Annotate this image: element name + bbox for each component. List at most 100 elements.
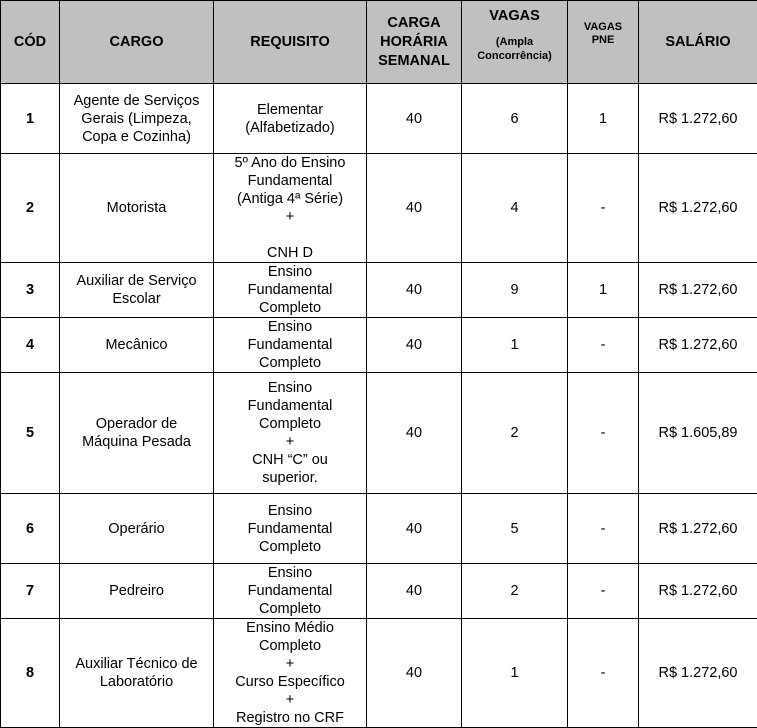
cell-requisito-line: Curso Específico (218, 673, 362, 691)
cell-requisito-line: Ensino (218, 318, 362, 336)
cell-requisito-line: (Alfabetizado) (218, 119, 362, 137)
cell-cod: 4 (1, 318, 60, 373)
cell-cargo-line: Auxiliar de Serviço (64, 272, 209, 290)
cell-cargo-line: Gerais (Limpeza, (64, 110, 209, 128)
cell-cargo: Operador deMáquina Pesada (60, 373, 214, 494)
cell-requisito-line: Fundamental (218, 397, 362, 415)
header-row: CÓD CARGO REQUISITO CARGA HORÁRIA SEMANA… (1, 1, 757, 84)
cell-vagas-pne: - (568, 154, 639, 263)
cell-vagas-pne: - (568, 494, 639, 564)
cell-cargo-line: Máquina Pesada (64, 433, 209, 451)
cell-requisito-line: CNH “C” ou (218, 451, 362, 469)
cell-salario: R$ 1.272,60 (639, 263, 757, 318)
cell-requisito-line: Elementar (218, 101, 362, 119)
header-pne-line: VAGAS (571, 21, 635, 34)
cell-requisito-line: Completo (218, 415, 362, 433)
cell-salario: R$ 1.605,89 (639, 373, 757, 494)
cell-requisito-line: Fundamental (218, 336, 362, 354)
table-row: 8Auxiliar Técnico deLaboratórioEnsino Mé… (1, 619, 757, 728)
cell-cargo-line: Pedreiro (64, 582, 209, 600)
cell-requisito: EnsinoFundamentalCompleto (214, 564, 367, 619)
table-row: 4MecânicoEnsinoFundamentalCompleto401-R$… (1, 318, 757, 373)
cell-cargo: Mecânico (60, 318, 214, 373)
cell-cargo-line: Mecânico (64, 336, 209, 354)
cell-cod: 6 (1, 494, 60, 564)
cell-carga-horaria: 40 (367, 494, 462, 564)
cell-vagas-pne: 1 (568, 84, 639, 154)
cell-requisito-line: Fundamental (218, 172, 362, 190)
header-carga-line: CARGA (370, 14, 458, 33)
cell-vagas: 1 (462, 619, 568, 728)
cell-requisito-line: CNH D (218, 244, 362, 262)
cell-requisito-line: Completo (218, 354, 362, 372)
header-carga-horaria: CARGA HORÁRIA SEMANAL (367, 1, 462, 84)
cell-requisito: 5º Ano do EnsinoFundamental(Antiga 4ª Sé… (214, 154, 367, 263)
header-salario: SALÁRIO (639, 1, 757, 84)
cell-cargo-line: Motorista (64, 199, 209, 217)
cell-requisito-line: Ensino (218, 564, 362, 582)
header-cargo: CARGO (60, 1, 214, 84)
table-row: 1Agente de ServiçosGerais (Limpeza,Copa … (1, 84, 757, 154)
cell-cod: 7 (1, 564, 60, 619)
table-row: 6OperárioEnsinoFundamentalCompleto405-R$… (1, 494, 757, 564)
cell-vagas-pne: - (568, 373, 639, 494)
cell-salario: R$ 1.272,60 (639, 564, 757, 619)
cell-requisito-line: + (218, 208, 362, 226)
cell-vagas-pne: - (568, 619, 639, 728)
cell-requisito: EnsinoFundamentalCompleto (214, 263, 367, 318)
cell-cod: 5 (1, 373, 60, 494)
cell-requisito-line: Completo (218, 538, 362, 556)
cell-requisito: EnsinoFundamentalCompleto (214, 318, 367, 373)
cell-cargo-line: Auxiliar Técnico de (64, 655, 209, 673)
cell-vagas: 2 (462, 373, 568, 494)
cell-salario: R$ 1.272,60 (639, 154, 757, 263)
table-body: 1Agente de ServiçosGerais (Limpeza,Copa … (1, 84, 757, 728)
header-vagas-subtitle: (Ampla (465, 35, 564, 49)
cell-requisito: Ensino MédioCompleto+Curso Específico+Re… (214, 619, 367, 728)
header-carga-line: HORÁRIA (370, 33, 458, 52)
header-requisito: REQUISITO (214, 1, 367, 84)
cell-carga-horaria: 40 (367, 564, 462, 619)
cell-requisito: EnsinoFundamentalCompleto+CNH “C” ousupe… (214, 373, 367, 494)
cell-vagas-pne: - (568, 564, 639, 619)
cell-requisito-line: Ensino (218, 379, 362, 397)
cell-cargo: Motorista (60, 154, 214, 263)
cell-requisito-line: Ensino (218, 502, 362, 520)
header-vagas-subtitle: Concorrência) (465, 49, 564, 63)
table-row: 3Auxiliar de ServiçoEscolarEnsinoFundame… (1, 263, 757, 318)
cell-requisito-line: Completo (218, 600, 362, 618)
cell-cod: 2 (1, 154, 60, 263)
header-vagas: VAGAS (Ampla Concorrência) (462, 1, 568, 84)
cell-requisito-line: Ensino (218, 263, 362, 281)
cell-carga-horaria: 40 (367, 263, 462, 318)
cell-cargo-line: Copa e Cozinha) (64, 128, 209, 146)
cell-requisito-line: Completo (218, 637, 362, 655)
cell-requisito-line (218, 226, 362, 244)
cell-salario: R$ 1.272,60 (639, 494, 757, 564)
cell-requisito-line: Fundamental (218, 520, 362, 538)
table-row: 2Motorista 5º Ano do EnsinoFundamental(An… (1, 154, 757, 263)
cell-carga-horaria: 40 (367, 619, 462, 728)
cell-requisito-line: + (218, 433, 362, 451)
header-carga-line: SEMANAL (370, 52, 458, 71)
cell-cargo-line: Operário (64, 520, 209, 538)
cell-cargo-line: Operador de (64, 415, 209, 433)
cell-cod: 3 (1, 263, 60, 318)
cell-vagas-pne: 1 (568, 263, 639, 318)
cell-requisito-line: superior. (218, 469, 362, 487)
cell-requisito-line: (Antiga 4ª Série) (218, 190, 362, 208)
cell-requisito: EnsinoFundamentalCompleto (214, 494, 367, 564)
cell-cod: 1 (1, 84, 60, 154)
cell-carga-horaria: 40 (367, 84, 462, 154)
cell-salario: R$ 1.272,60 (639, 619, 757, 728)
cell-requisito-line: Fundamental (218, 281, 362, 299)
cell-cargo-line: Agente de Serviços (64, 92, 209, 110)
cell-requisito-line: 5º Ano do Ensino (218, 154, 362, 172)
cell-vagas: 6 (462, 84, 568, 154)
cell-cargo: Operário (60, 494, 214, 564)
cell-vagas: 9 (462, 263, 568, 318)
cell-cargo: Agente de ServiçosGerais (Limpeza,Copa e… (60, 84, 214, 154)
cell-carga-horaria: 40 (367, 154, 462, 263)
header-vagas-pne: VAGAS PNE (568, 1, 639, 84)
cell-requisito-line: Completo (218, 299, 362, 317)
